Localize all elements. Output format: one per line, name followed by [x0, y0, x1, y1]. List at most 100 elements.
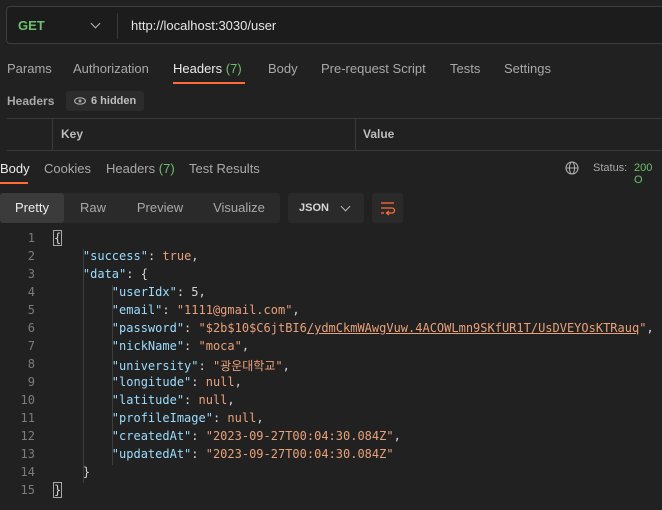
json-key: "profileImage" — [111, 411, 213, 425]
wrap-lines-button[interactable] — [372, 193, 403, 223]
code-line: "longitude": null, — [111, 375, 242, 389]
json-key: "createdAt" — [111, 429, 192, 443]
line-number: 6 — [27, 321, 35, 335]
tab-body[interactable]: Body — [268, 61, 298, 76]
column-header-value: Value — [363, 127, 395, 141]
line-number: 10 — [20, 393, 35, 407]
tab-headers[interactable]: Headers (7) — [173, 61, 242, 76]
response-tab-test-results[interactable]: Test Results — [189, 161, 260, 176]
format-label: JSON — [299, 202, 329, 214]
response-tab-cookies[interactable]: Cookies — [44, 161, 91, 176]
code-line: "updatedAt": "2023-09-27T00:04:30.084Z" — [111, 447, 394, 461]
response-tab-body[interactable]: Body — [0, 161, 30, 176]
table-divider — [52, 119, 53, 151]
status-label: Status: — [593, 162, 628, 174]
json-key: "latitude" — [111, 393, 185, 407]
line-number: 8 — [27, 357, 35, 371]
hidden-headers-text: 6 hidden — [91, 95, 137, 107]
line-number: 5 — [27, 303, 35, 317]
code-line: } — [54, 465, 90, 479]
json-value: "moca" — [198, 339, 242, 353]
method-chevron-down-icon[interactable] — [90, 18, 101, 29]
tab-params[interactable]: Params — [7, 61, 52, 76]
status-code: 200 O — [634, 162, 653, 186]
chevron-down-icon — [340, 201, 351, 212]
table-divider — [355, 119, 356, 151]
url-input[interactable]: http://localhost:3030/user — [131, 18, 276, 33]
code-line: "university": "광운대학교", — [111, 359, 290, 373]
line-number: 9 — [27, 375, 35, 389]
code-line: "userIdx": 5, — [111, 285, 206, 299]
url-bar: GET http://localhost:3030/user — [6, 6, 662, 44]
code-line: "profileImage": null, — [111, 411, 264, 425]
url-divider — [117, 13, 118, 39]
json-brace: { — [52, 230, 63, 246]
json-value: null — [227, 411, 257, 425]
json-value: { — [140, 267, 148, 281]
code-line: { — [52, 230, 63, 246]
line-number: 14 — [20, 465, 35, 479]
json-key: "nickName" — [111, 339, 185, 353]
line-number: 15 — [20, 483, 35, 497]
json-key: "university" — [111, 359, 199, 373]
response-tab-headers[interactable]: Headers (7) — [106, 161, 175, 176]
headers-section-title: Headers — [7, 94, 55, 108]
view-pretty-button[interactable]: Pretty — [0, 193, 64, 223]
json-key: "success" — [82, 249, 148, 263]
headers-table — [7, 118, 662, 151]
json-value: "광운대학교" — [212, 359, 283, 373]
view-preview-button[interactable]: Preview — [122, 193, 198, 223]
json-value: "$2b$10$C6jtBI6 — [198, 321, 307, 335]
tab-tests[interactable]: Tests — [450, 61, 480, 76]
column-header-key: Key — [61, 127, 84, 141]
tab-authorization[interactable]: Authorization — [73, 61, 149, 76]
method-select[interactable]: GET — [18, 18, 45, 33]
code-line: "email": "1111@gmail.com", — [111, 303, 300, 317]
line-number: 11 — [20, 411, 35, 425]
view-visualize-button[interactable]: Visualize — [198, 193, 280, 223]
code-line: "password": "$2b$10$C6jtBI6/ydmCkmWAwgVu… — [111, 321, 654, 335]
code-line: "nickName": "moca", — [111, 339, 250, 353]
response-tab-headers-count: (7) — [158, 161, 175, 176]
wrap-lines-icon — [381, 202, 396, 216]
line-number: 12 — [20, 429, 35, 443]
active-response-tab-indicator — [0, 182, 28, 184]
json-brace: } — [82, 465, 91, 479]
response-tab-headers-label: Headers — [106, 161, 156, 176]
json-value: "1111@gmail.com" — [176, 303, 293, 317]
json-key: "data" — [82, 267, 127, 281]
line-number: 2 — [27, 249, 35, 263]
code-line: "data": { — [82, 267, 148, 281]
tab-settings[interactable]: Settings — [504, 61, 551, 76]
json-value: "2023-09-27T00:04:30.084Z" — [205, 429, 394, 443]
line-number: 13 — [20, 447, 35, 461]
json-value: true — [162, 249, 192, 263]
tab-headers-count: (7) — [225, 61, 242, 76]
line-number: 7 — [27, 339, 35, 353]
json-value: null — [205, 375, 235, 389]
code-line: } — [52, 482, 63, 498]
json-value: null — [198, 393, 228, 407]
json-key: "userIdx" — [111, 285, 177, 299]
json-key: "email" — [111, 303, 163, 317]
tab-headers-label: Headers — [173, 61, 223, 76]
json-key: "password" — [111, 321, 185, 335]
line-number: 4 — [27, 285, 35, 299]
code-line: "success": true, — [82, 249, 199, 263]
view-mode-group: Pretty Raw Preview Visualize — [0, 193, 280, 223]
view-raw-button[interactable]: Raw — [64, 193, 122, 223]
json-brace: } — [52, 482, 63, 498]
json-value-link[interactable]: /ydmCkmWAwgVuw.4ACOWLmn9SKfUR1T/UsDVEYOs… — [307, 321, 639, 335]
line-number: 1 — [27, 231, 35, 245]
hidden-headers-toggle[interactable]: 6 hidden — [66, 91, 145, 111]
json-value: 5 — [191, 285, 199, 299]
line-number: 3 — [27, 267, 35, 281]
format-select[interactable]: JSON — [288, 193, 364, 223]
json-key: "longitude" — [111, 375, 192, 389]
active-tab-indicator — [173, 82, 245, 84]
tab-pre-request-script[interactable]: Pre-request Script — [321, 61, 426, 76]
json-key: "updatedAt" — [111, 447, 192, 461]
globe-icon[interactable] — [565, 161, 579, 175]
code-line: "latitude": null, — [111, 393, 235, 407]
json-value: "2023-09-27T00:04:30.084Z" — [205, 447, 394, 461]
